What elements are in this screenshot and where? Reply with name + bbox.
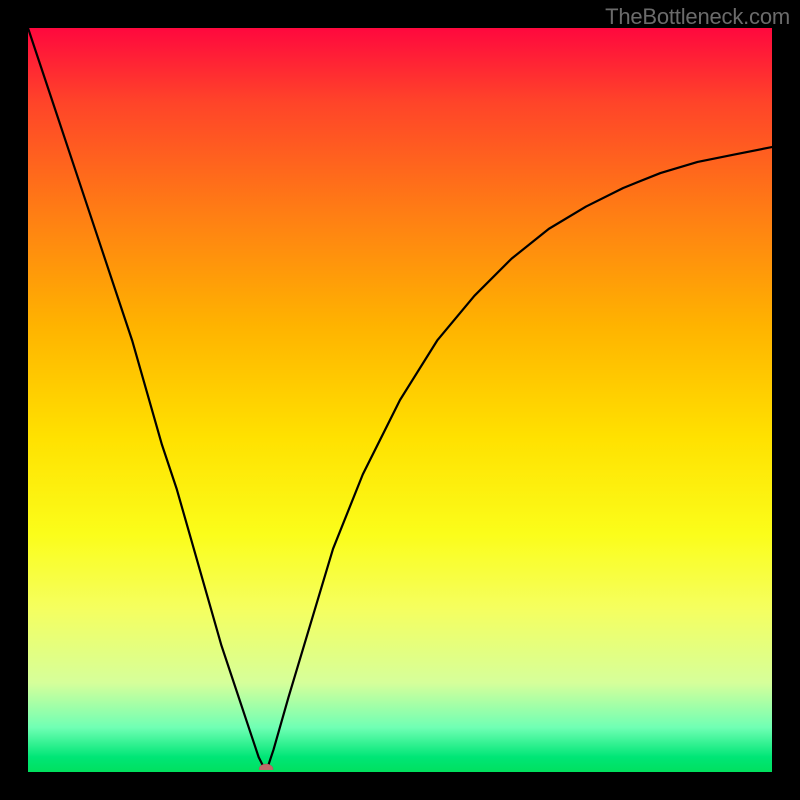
bottleneck-curve-left (28, 28, 266, 772)
curve-layer (28, 28, 772, 772)
chart-container: TheBottleneck.com (0, 0, 800, 800)
baseline-strip (28, 770, 772, 772)
watermark-text: TheBottleneck.com (605, 4, 790, 30)
plot-area (28, 28, 772, 772)
bottleneck-curve-right (266, 147, 772, 772)
